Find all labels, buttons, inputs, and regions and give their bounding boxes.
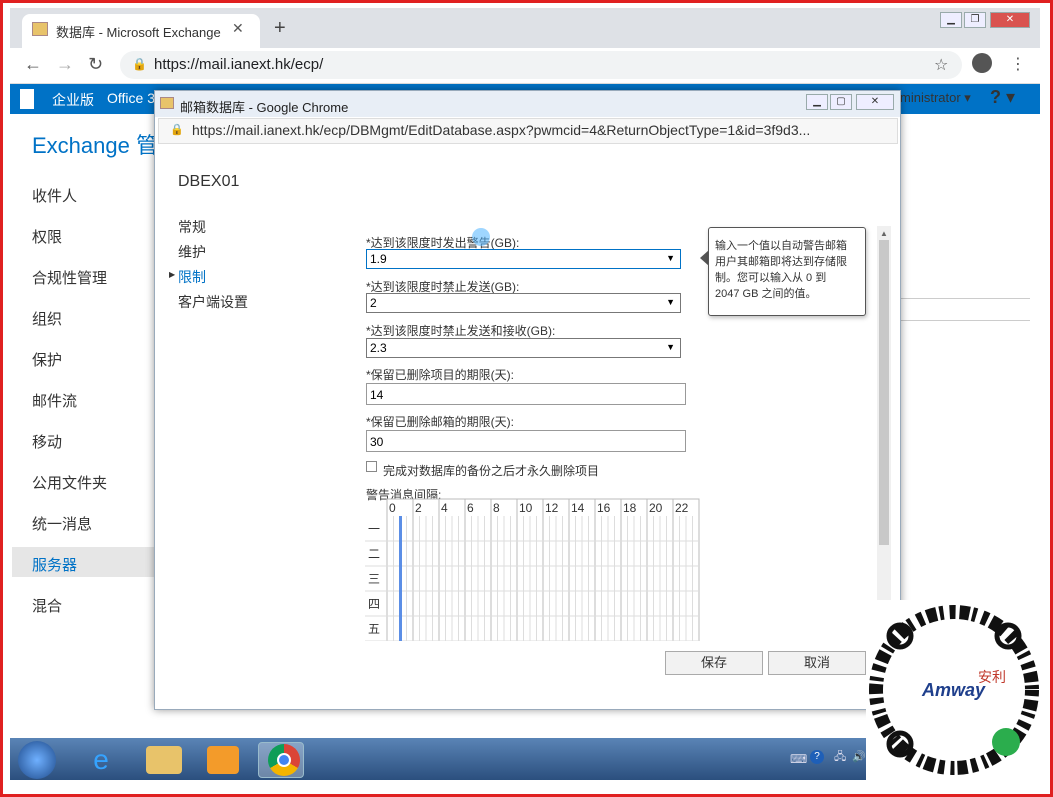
- popup-title: 邮箱数据库 - Google Chrome: [180, 100, 349, 115]
- nav-item-mobile[interactable]: 移动: [32, 431, 62, 452]
- day-label: 五: [368, 622, 380, 636]
- network-icon[interactable]: 🖧: [834, 748, 846, 767]
- chrome-icon-center: [277, 753, 291, 767]
- exchange-title: Exchange 管: [32, 133, 158, 158]
- help-icon[interactable]: ? ▾: [990, 87, 1015, 108]
- file-explorer-icon[interactable]: [146, 746, 182, 774]
- section-limits[interactable]: 限制: [178, 267, 206, 287]
- new-tab-icon[interactable]: +: [274, 17, 286, 40]
- nav-item-permissions[interactable]: 权限: [32, 226, 62, 247]
- tooltip-line: 用户其邮箱即将达到存储限: [715, 256, 847, 268]
- cancel-button[interactable]: 取消: [768, 651, 866, 675]
- back-icon[interactable]: ←: [24, 54, 42, 75]
- tooltip-line: 输入一个值以自动警告邮箱: [715, 240, 847, 252]
- popup-close-icon[interactable]: ✕: [856, 94, 894, 110]
- svg-text:Amway: Amway: [921, 680, 986, 700]
- keyboard-icon[interactable]: ⌨: [790, 752, 807, 766]
- popup-minimize-icon[interactable]: ▁: [806, 94, 828, 110]
- scroll-up-icon[interactable]: ▲: [880, 229, 888, 238]
- cursor-highlight: [472, 228, 490, 246]
- divider: [900, 298, 1030, 299]
- midnight-marker: [399, 516, 402, 641]
- hour-label: 0: [389, 501, 396, 515]
- edition-badge: 企业版: [52, 92, 94, 108]
- keep-items-label: *保留已删除项目的期限(天):: [366, 368, 514, 382]
- keep-items-input[interactable]: 14: [366, 383, 686, 405]
- popup-lock-icon: 🔒: [170, 124, 184, 136]
- nav-item-compliance[interactable]: 合规性管理: [32, 267, 107, 288]
- start-button-icon[interactable]: [18, 741, 56, 779]
- address-url[interactable]: https://mail.ianext.hk/ecp/: [154, 56, 323, 73]
- backup-checkbox[interactable]: [366, 461, 377, 472]
- close-tab-icon[interactable]: ✕: [232, 20, 244, 37]
- nav-item-servers[interactable]: 服务器: [32, 554, 77, 575]
- exchange-tab-icon: [32, 22, 48, 36]
- active-section-arrow-icon: ▶: [169, 270, 176, 279]
- nav-item-public-folders[interactable]: 公用文件夹: [32, 472, 107, 493]
- keep-mailbox-label: *保留已删除邮箱的期限(天):: [366, 415, 514, 429]
- qr-code-image: Amway 安利: [869, 605, 1039, 775]
- hour-label: 20: [649, 501, 663, 515]
- profile-icon[interactable]: [972, 53, 992, 73]
- divider: [900, 320, 1030, 321]
- prohibit-send-receive-select[interactable]: 2.3 ▼: [366, 338, 681, 358]
- popup-url: https://mail.ianext.hk/ecp/DBMgmt/EditDa…: [192, 122, 811, 138]
- nav-item-recipients[interactable]: 收件人: [32, 185, 77, 206]
- tooltip-line: 制。您可以输入从 0 到: [715, 272, 827, 284]
- section-general[interactable]: 常规: [178, 217, 206, 237]
- user-name: ministrator: [900, 90, 961, 105]
- hour-label: 16: [597, 501, 611, 515]
- warn-select[interactable]: 1.9 ▼: [366, 249, 681, 269]
- restore-icon[interactable]: ❐: [964, 12, 986, 28]
- user-menu[interactable]: ministrator ▾: [900, 90, 971, 106]
- hour-label: 4: [441, 501, 448, 515]
- day-label: 三: [368, 572, 380, 586]
- tooltip-line: 2047 GB 之间的值。: [715, 288, 817, 300]
- hour-label: 14: [571, 501, 585, 515]
- nav-item-mailflow[interactable]: 邮件流: [32, 390, 77, 411]
- hour-label: 2: [415, 501, 422, 515]
- hour-label: 18: [623, 501, 637, 515]
- day-label: 四: [368, 597, 380, 611]
- keep-mailbox-input[interactable]: 30: [366, 430, 686, 452]
- hour-label: 6: [467, 501, 474, 515]
- prohibit-send-select[interactable]: 2 ▼: [366, 293, 681, 313]
- schedule-grid[interactable]: 0 2 4 6 8 10 12 14 16 18 20 22 一二三四五: [360, 496, 705, 641]
- section-maintenance[interactable]: 维护: [178, 242, 206, 262]
- close-window-icon[interactable]: ✕: [990, 12, 1030, 28]
- day-label: 一: [368, 522, 380, 536]
- forward-icon[interactable]: →: [56, 54, 74, 75]
- qr-watermark: Amway 安利: [866, 600, 1042, 780]
- save-button[interactable]: 保存: [665, 651, 763, 675]
- tooltip: 输入一个值以自动警告邮箱 用户其邮箱即将达到存储限 制。您可以输入从 0 到 2…: [708, 227, 866, 316]
- mailbox-icon: [160, 97, 174, 109]
- hour-label: 12: [545, 501, 559, 515]
- internet-explorer-icon[interactable]: e: [78, 742, 124, 778]
- help-tray-icon[interactable]: ?: [810, 750, 824, 764]
- nav-item-unified-messaging[interactable]: 统一消息: [32, 513, 92, 534]
- volume-icon[interactable]: 🔊: [852, 750, 866, 763]
- nav-item-organization[interactable]: 组织: [32, 308, 62, 329]
- hour-label: 8: [493, 501, 500, 515]
- office-logo-icon: [20, 89, 34, 109]
- backup-checkbox-label: 完成对数据库的备份之后才永久删除项目: [383, 464, 600, 478]
- minimize-icon[interactable]: ▁: [940, 12, 962, 28]
- bookmark-star-icon[interactable]: ☆: [934, 55, 948, 75]
- reload-icon[interactable]: ↻: [88, 54, 103, 75]
- tab-title: 数据库 - Microsoft Exchange: [56, 25, 221, 40]
- section-client-settings[interactable]: 客户端设置: [178, 292, 248, 312]
- svg-text:安利: 安利: [978, 669, 1006, 685]
- nav-item-protection[interactable]: 保护: [32, 349, 62, 370]
- nav-item-hybrid[interactable]: 混合: [32, 595, 62, 616]
- day-label: 二: [368, 547, 380, 561]
- hour-label: 10: [519, 501, 533, 515]
- lock-icon: 🔒: [132, 57, 147, 71]
- menu-icon[interactable]: ⋮: [1010, 54, 1026, 74]
- media-player-icon[interactable]: [207, 746, 239, 774]
- popup-maximize-icon[interactable]: ▢: [830, 94, 852, 110]
- prohibit-send-receive-label: *达到该限度时禁止发送和接收(GB):: [366, 324, 556, 338]
- database-name: DBEX01: [178, 173, 240, 190]
- hour-label: 22: [675, 501, 689, 515]
- scroll-thumb[interactable]: [879, 240, 889, 545]
